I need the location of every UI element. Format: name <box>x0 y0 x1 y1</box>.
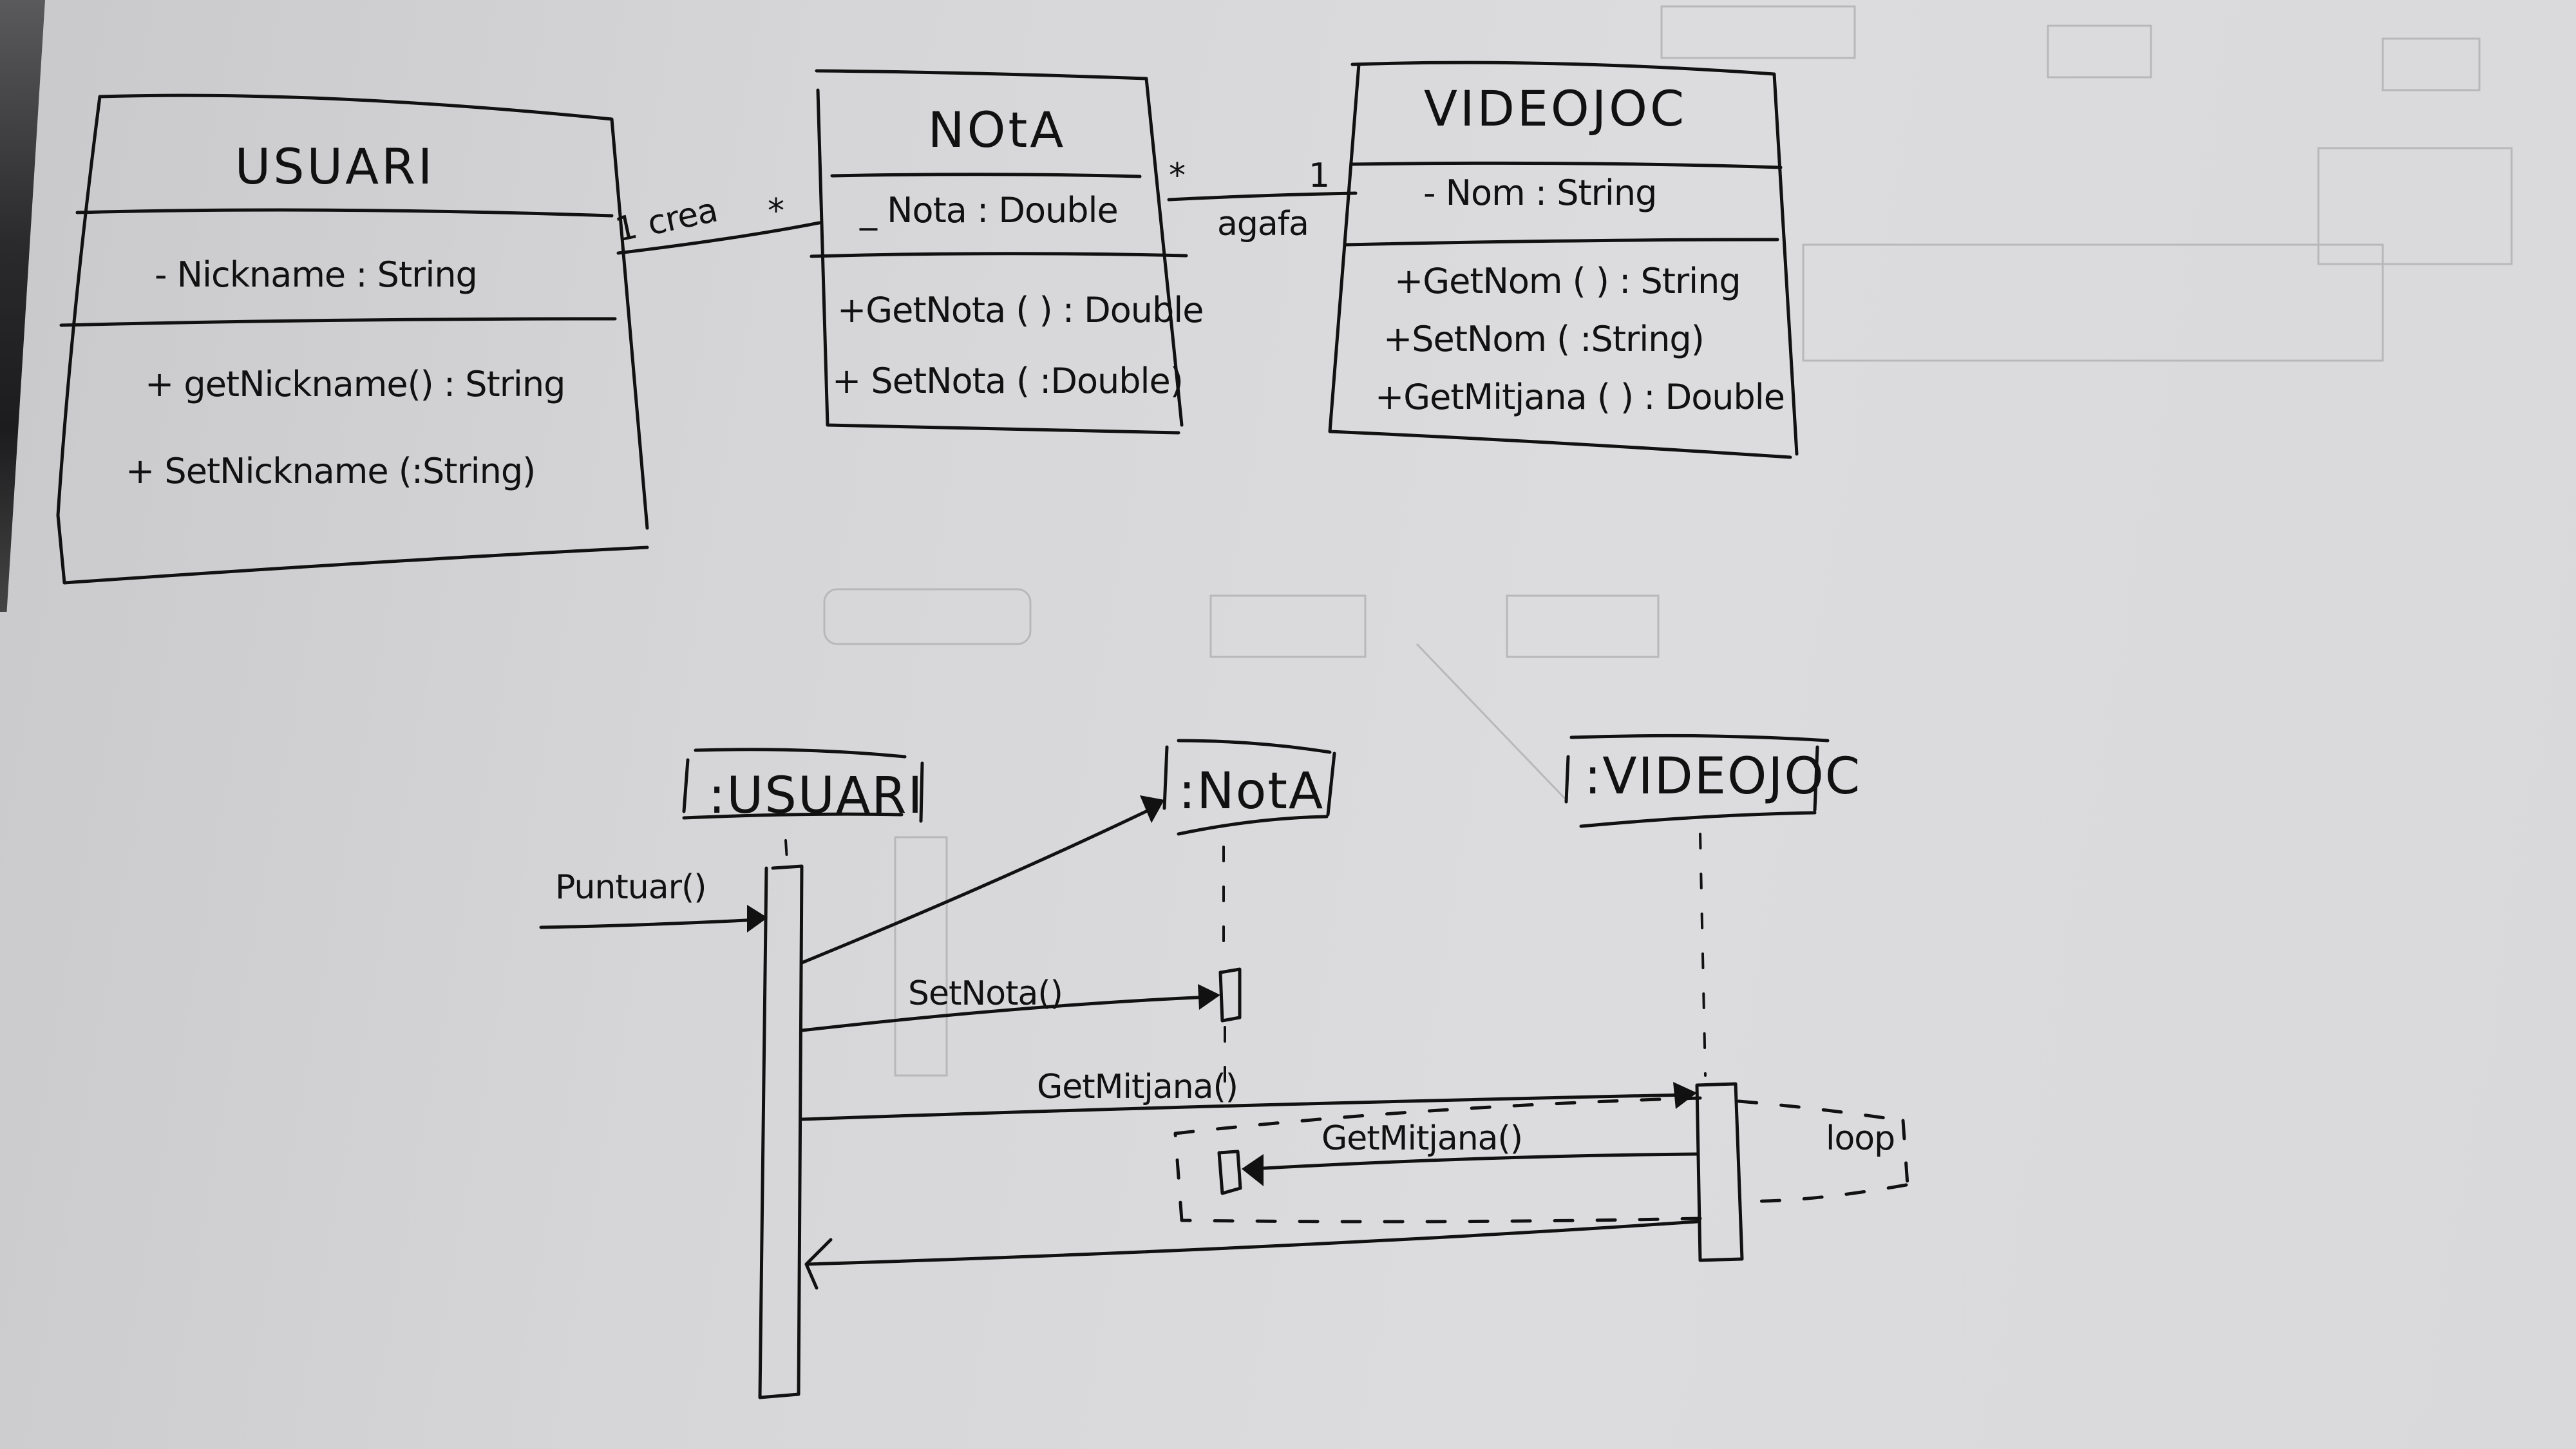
message-arrow-line <box>539 918 762 929</box>
class-nota-name: NOtA <box>928 101 1066 158</box>
class-videojoc-divider-2 <box>1344 238 1779 247</box>
class-nota-method: + SetNota ( :Double) <box>832 361 1183 401</box>
lifeline <box>1699 833 1707 1077</box>
message-arrow-line <box>800 806 1155 965</box>
lifeline-videojoc: :VIDEOJOC <box>1564 734 1861 1262</box>
class-nota-attribute: _ Nota : Double <box>859 190 1118 231</box>
multiplicity-nota: * <box>768 192 784 231</box>
arrowhead-icon <box>1242 1154 1264 1186</box>
message-setnota: SetNota() <box>800 974 1220 1032</box>
activation-bar-videojoc <box>1695 1082 1744 1262</box>
class-videojoc-method: +SetNom ( :String) <box>1383 319 1704 359</box>
association-label: agafa <box>1217 205 1309 243</box>
message-label: SetNota() <box>908 974 1063 1013</box>
class-usuari-attribute: - Nickname : String <box>155 254 477 295</box>
activation-bar-nota-loop <box>1217 1150 1242 1195</box>
arrowhead-icon <box>1673 1082 1697 1109</box>
message-arrow-line <box>806 1220 1699 1266</box>
class-videojoc-attribute: - Nom : String <box>1423 173 1656 213</box>
class-usuari-divider-1 <box>75 208 614 218</box>
activation-bar-usuari <box>758 864 804 1399</box>
class-nota-method: +GetNota ( ) : Double <box>837 290 1204 330</box>
association-label: crea <box>644 191 721 243</box>
arrowhead-icon <box>1140 795 1164 823</box>
message-label: GetMitjana() <box>1037 1068 1238 1106</box>
class-usuari-method: + SetNickname (:String) <box>126 451 535 491</box>
class-usuari-divider-2 <box>59 317 617 327</box>
lifeline-nota: :NotA <box>1162 739 1336 1195</box>
activation-bar-nota <box>1218 967 1242 1023</box>
class-videojoc: VIDEOJOC - Nom : String +GetNom ( ) : St… <box>1328 61 1799 459</box>
multiplicity-nota: * <box>1169 156 1185 195</box>
class-nota: NOtA _ Nota : Double +GetNota ( ) : Doub… <box>810 69 1204 435</box>
object-nota-label: :NotA <box>1179 762 1324 820</box>
arrowhead-icon <box>1198 984 1220 1010</box>
loop-fragment-border <box>1173 1096 1909 1224</box>
class-usuari-name: USUARI <box>235 138 435 195</box>
class-nota-divider-2 <box>810 252 1188 258</box>
message-arrow-line <box>800 1093 1689 1121</box>
loop-fragment-label: loop <box>1826 1119 1895 1158</box>
class-videojoc-name: VIDEOJOC <box>1424 80 1687 137</box>
association-crea: 1 crea * <box>612 191 821 255</box>
message-label: GetMitjana() <box>1321 1119 1522 1158</box>
class-videojoc-divider-1 <box>1350 161 1783 169</box>
multiplicity-usuari: 1 <box>612 207 640 249</box>
loop-fragment: loop <box>1173 1096 1909 1224</box>
class-videojoc-method: +GetNom ( ) : String <box>1394 261 1741 301</box>
object-usuari-label: :USUARI <box>708 767 924 825</box>
message-puntuar: Puntuar() <box>539 868 768 933</box>
paper-sheet: USUARI - Nickname : String + getNickname… <box>56 5 2513 1399</box>
class-usuari-method: + getNickname() : String <box>145 364 565 404</box>
lifeline <box>784 839 788 861</box>
message-getmitjana-nota: GetMitjana() <box>1242 1119 1699 1186</box>
lifeline-usuari: :USUARI <box>682 748 924 1399</box>
message-label: Puntuar() <box>555 868 706 907</box>
class-nota-divider-1 <box>830 173 1142 178</box>
class-usuari: USUARI - Nickname : String + getNickname… <box>56 93 649 585</box>
class-videojoc-method: +GetMitjana ( ) : Double <box>1375 377 1785 417</box>
multiplicity-videojoc: 1 <box>1309 156 1329 195</box>
message-return-usuari <box>804 1220 1699 1290</box>
object-videojoc-label: :VIDEOJOC <box>1584 748 1861 806</box>
show-through-marks <box>823 5 2513 1077</box>
association-agafa: * 1 agafa <box>1167 156 1358 243</box>
